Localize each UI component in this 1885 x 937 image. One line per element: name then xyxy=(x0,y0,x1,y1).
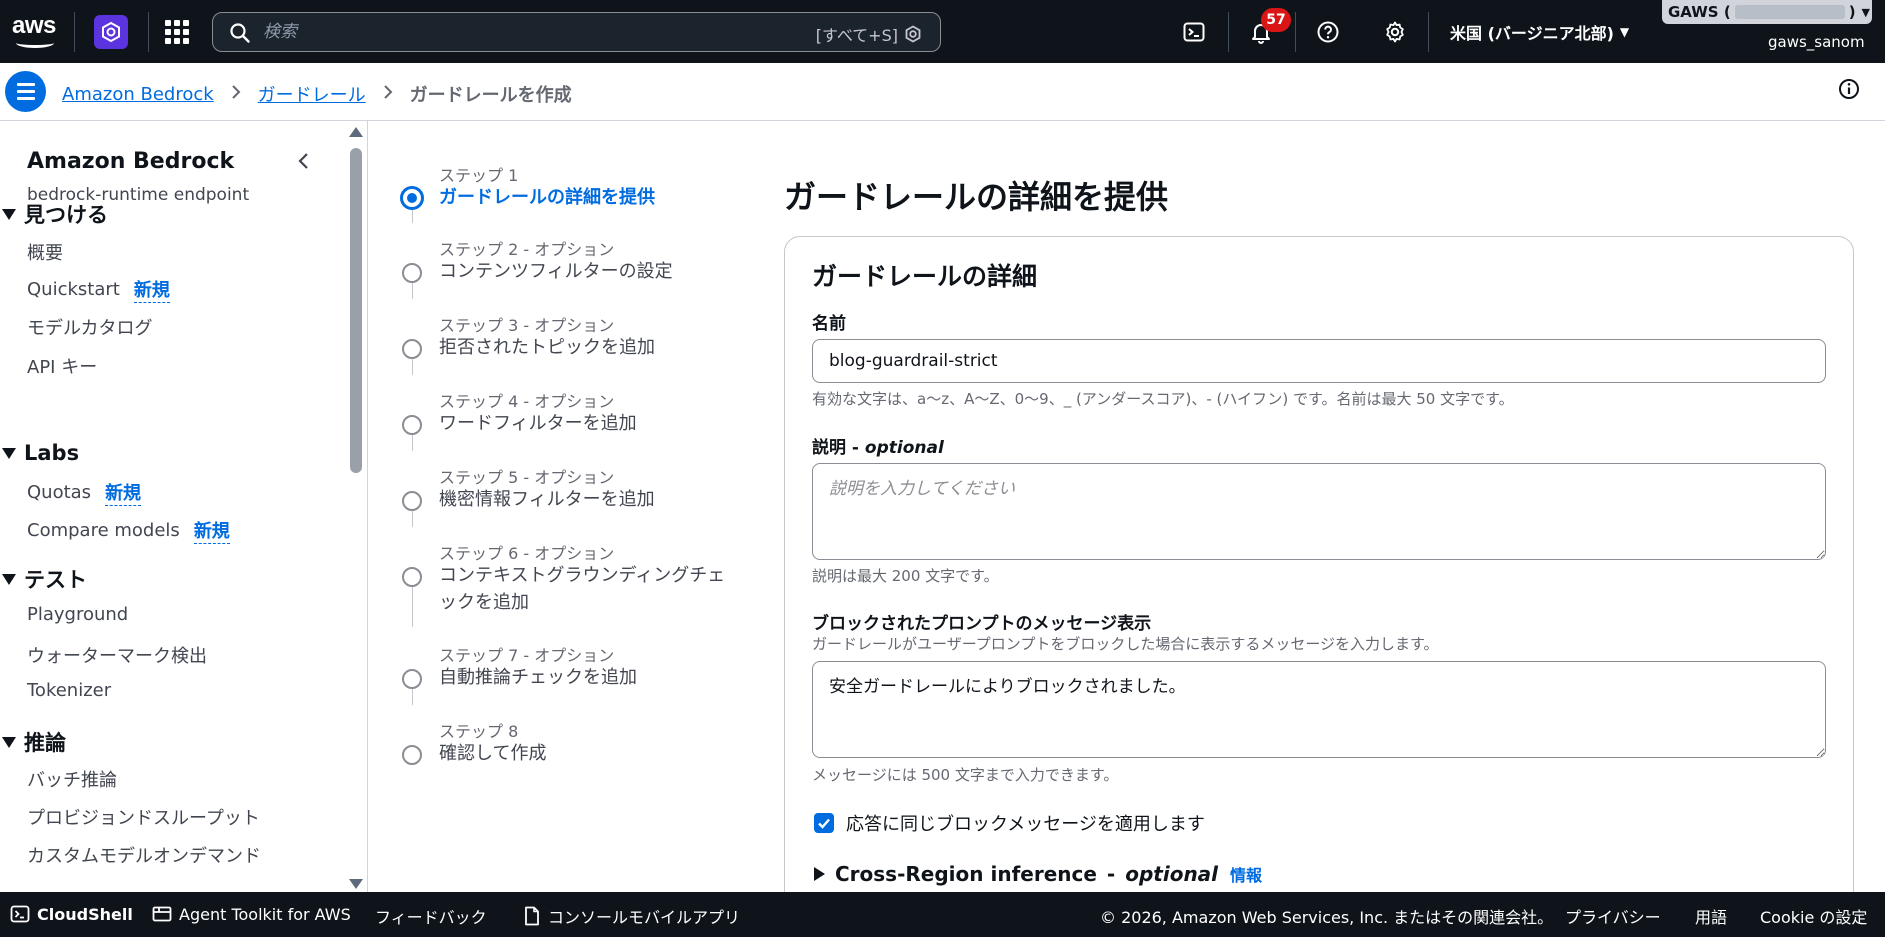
side-navigation: Amazon Bedrock bedrock-runtime endpoint … xyxy=(0,121,368,892)
cross-region-inference-expander[interactable]: Cross-Region inference - optional 情報 xyxy=(814,862,1262,886)
name-input[interactable] xyxy=(812,339,1826,383)
search-bar[interactable]: [すべて+S] xyxy=(212,12,941,52)
description-hint: 説明は最大 200 文字です。 xyxy=(812,567,999,585)
new-badge: 新規 xyxy=(193,517,230,544)
step-circle-icon xyxy=(402,263,422,283)
sidebar-section-test[interactable]: テスト xyxy=(2,564,87,594)
caret-down-icon xyxy=(2,447,16,459)
name-hint: 有効な文字は、a〜z、A〜Z、0〜9、_ (アンダースコア)、- (ハイフン) … xyxy=(812,390,1514,408)
notification-count-badge: 57 xyxy=(1261,8,1291,32)
terms-link[interactable]: 用語 xyxy=(1695,904,1727,928)
sidebar-item-overview[interactable]: 概要 xyxy=(27,239,63,265)
sidebar-item-compare-models[interactable]: Compare models 新規 xyxy=(27,517,230,544)
blocked-message-hint: メッセージには 500 文字まで入力できます。 xyxy=(812,766,1119,784)
sidebar-section-inference[interactable]: 推論 xyxy=(2,727,66,757)
new-badge: 新規 xyxy=(133,276,170,303)
footer-bar: CloudShell Agent Toolkit for AWS フィードバック… xyxy=(0,892,1885,937)
info-panel-icon[interactable] xyxy=(1838,78,1860,100)
sidebar-item-playground[interactable]: Playground xyxy=(27,604,128,625)
aws-logo[interactable]: aws xyxy=(12,14,58,48)
sidebar-item-custom-model-on-demand[interactable]: カスタムモデルオンデマンド xyxy=(27,842,261,868)
mobile-app-link[interactable]: コンソールモバイルアプリ xyxy=(523,904,740,928)
step-circle-icon xyxy=(402,669,422,689)
agent-toolkit-button[interactable]: Agent Toolkit for AWS xyxy=(152,904,351,924)
blocked-message-description: ガードレールがユーザープロンプトをブロックした場合に表示するメッセージを入力しま… xyxy=(812,635,1439,653)
breadcrumb-link-guardrails[interactable]: ガードレール xyxy=(258,81,366,107)
breadcrumb-current: ガードレールを作成 xyxy=(409,85,572,106)
sidebar-section-labs[interactable]: Labs xyxy=(2,441,79,465)
card-title: ガードレールの詳細 xyxy=(812,262,1038,291)
sidebar-item-model-catalog[interactable]: モデルカタログ xyxy=(27,314,152,340)
caret-down-icon: ▼ xyxy=(1619,25,1630,39)
cloudshell-icon[interactable] xyxy=(1180,18,1208,46)
blocked-message-textarea[interactable]: 安全ガードレールによりブロックされました。 xyxy=(812,661,1826,758)
breadcrumb-link-bedrock[interactable]: Amazon Bedrock xyxy=(62,84,214,105)
name-label: 名前 xyxy=(812,314,846,334)
sidebar-title: Amazon Bedrock xyxy=(27,149,235,174)
copyright: © 2026, Amazon Web Services, Inc. またはその関… xyxy=(1100,908,1554,927)
search-input[interactable] xyxy=(263,21,783,43)
apply-same-message-checkbox[interactable]: 応答に同じブロックメッセージを適用します xyxy=(814,810,1205,836)
top-navigation: aws [すべて+S] 57 米国 (バージニア北部) ▼ GAWS ( ) xyxy=(0,0,1885,63)
cloudshell-icon xyxy=(10,905,30,923)
sidebar-item-watermark-detection[interactable]: ウォーターマーク検出 xyxy=(27,642,207,668)
blocked-message-label: ブロックされたプロンプトのメッセージ表示 xyxy=(812,614,1152,634)
toolkit-icon xyxy=(152,906,172,922)
chevron-right-icon xyxy=(382,84,394,105)
sidebar-item-quotas[interactable]: Quotas 新規 xyxy=(27,479,142,506)
caret-down-icon xyxy=(2,573,16,585)
page-title: ガードレールの詳細を提供 xyxy=(784,178,1169,216)
sidebar-item-api-keys[interactable]: API キー xyxy=(27,353,97,379)
services-grid-icon[interactable] xyxy=(165,20,189,44)
step-circle-icon xyxy=(402,491,422,511)
region-selector[interactable]: 米国 (バージニア北部) ▼ xyxy=(1450,20,1629,44)
sidebar-scrollbar[interactable] xyxy=(350,148,362,473)
step-circle-icon xyxy=(402,339,422,359)
collapse-sidebar-icon[interactable] xyxy=(294,151,314,171)
new-badge: 新規 xyxy=(105,479,142,506)
scroll-down-arrow[interactable] xyxy=(349,879,363,889)
sidebar-item-batch-inference[interactable]: バッチ推論 xyxy=(27,766,117,792)
scroll-up-arrow[interactable] xyxy=(349,127,363,137)
mobile-icon xyxy=(525,906,539,926)
step-circle-icon xyxy=(402,415,422,435)
breadcrumb-bar: Amazon Bedrock ガードレール ガードレールを作成 xyxy=(0,63,1885,121)
sidebar-item-tokenizer[interactable]: Tokenizer xyxy=(27,680,111,701)
caret-down-icon xyxy=(2,736,16,748)
sidebar-item-provisioned-throughput[interactable]: プロビジョンドスループット xyxy=(27,804,260,830)
help-icon[interactable] xyxy=(1314,18,1342,46)
checkbox-checked-icon[interactable] xyxy=(814,813,834,833)
guardrail-details-card: ガードレールの詳細 名前 有効な文字は、a〜z、A〜Z、0〜9、_ (アンダース… xyxy=(784,236,1854,916)
account-menu[interactable]: GAWS ( ) ▼ xyxy=(1662,0,1872,24)
settings-gear-icon[interactable] xyxy=(1381,18,1409,46)
redacted-account-id xyxy=(1734,5,1845,19)
info-link[interactable]: 情報 xyxy=(1230,862,1262,886)
step-circle-icon xyxy=(402,745,422,765)
amazon-q-icon[interactable] xyxy=(94,15,128,49)
description-textarea[interactable] xyxy=(812,463,1826,560)
feedback-link[interactable]: フィードバック xyxy=(375,904,487,928)
description-label: 説明 - optional xyxy=(812,438,944,458)
search-shortcut-hint: [すべて+S] xyxy=(816,22,922,46)
step-circle-icon xyxy=(402,567,422,587)
step-current-icon xyxy=(400,186,424,210)
chevron-right-icon xyxy=(230,84,242,105)
caret-right-icon xyxy=(814,867,825,881)
cookie-settings-link[interactable]: Cookie の設定 xyxy=(1760,904,1867,928)
caret-down-icon: ▼ xyxy=(1861,5,1871,19)
sidebar-section-discover[interactable]: 見つける xyxy=(2,199,108,229)
sidebar-item-quickstart[interactable]: Quickstart 新規 xyxy=(27,276,170,303)
username: gaws_sanom xyxy=(1768,33,1865,51)
search-icon xyxy=(230,23,250,43)
privacy-link[interactable]: プライバシー xyxy=(1565,904,1661,928)
caret-down-icon xyxy=(2,208,16,220)
amazon-q-small-icon xyxy=(905,25,921,43)
menu-hamburger-icon[interactable] xyxy=(5,71,46,112)
cloudshell-button[interactable]: CloudShell xyxy=(10,904,133,924)
breadcrumb: Amazon Bedrock ガードレール ガードレールを作成 xyxy=(62,81,572,107)
